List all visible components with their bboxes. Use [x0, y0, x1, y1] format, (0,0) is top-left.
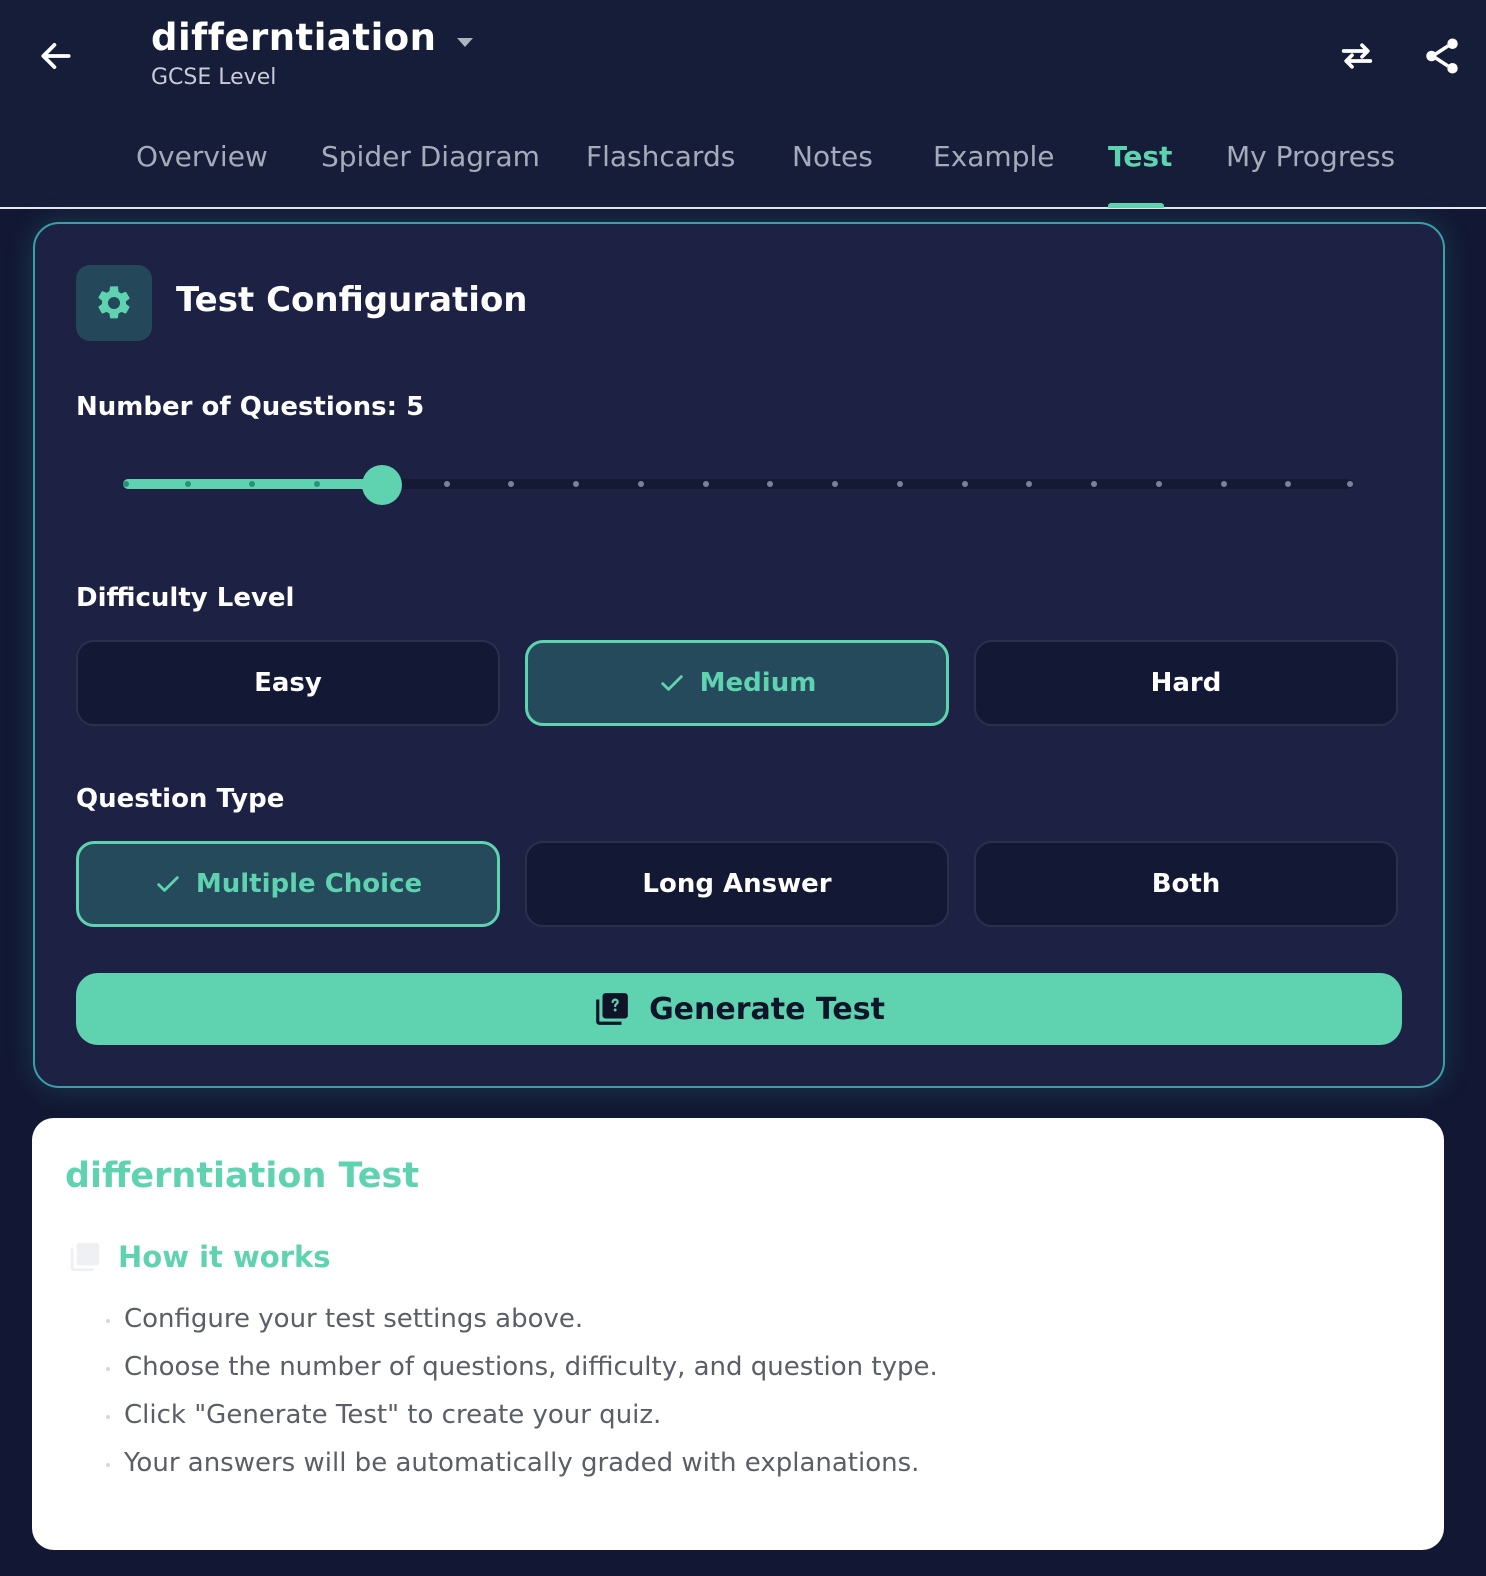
questions-slider[interactable] [123, 465, 1353, 505]
topic-title: differntiation [151, 16, 437, 59]
arrow-left-icon [41, 43, 71, 69]
quiz-icon [68, 1240, 102, 1274]
slider-tick [896, 481, 903, 487]
gear-icon-box [76, 265, 152, 341]
slider-tick [1347, 481, 1353, 487]
tab-overview[interactable]: Overview [136, 140, 268, 173]
gear-icon [98, 286, 130, 319]
active-tab-indicator [1108, 203, 1164, 208]
generate-test-button[interactable]: Generate Test [76, 973, 1402, 1045]
share-icon [1426, 38, 1458, 74]
question-type-label: Question Type [76, 784, 285, 814]
option-label: Easy [254, 668, 322, 698]
tab-my-progress[interactable]: My Progress [1226, 140, 1395, 173]
check-icon [154, 870, 182, 898]
tab-spider-diagram[interactable]: Spider Diagram [321, 140, 540, 173]
slider-thumb[interactable] [361, 465, 402, 505]
tab-bar: Overview Spider Diagram Flashcards Notes… [0, 130, 1486, 208]
topic-level: GCSE Level [151, 65, 277, 90]
questions-count-label: Number of Questions: 5 [76, 392, 425, 422]
list-item: Your answers will be automatically grade… [104, 1448, 938, 1496]
option-label: Medium [699, 668, 817, 698]
difficulty-label: Difficulty Level [76, 583, 295, 613]
info-title: differntiation Test [65, 1156, 420, 1196]
slider-tick [1091, 481, 1098, 487]
tab-notes[interactable]: Notes [792, 140, 873, 173]
tab-test[interactable]: Test [1108, 140, 1172, 173]
tab-example[interactable]: Example [933, 140, 1054, 173]
tab-flashcards[interactable]: Flashcards [586, 140, 735, 173]
list-item: Configure your test settings above. [104, 1304, 938, 1352]
type-both-button[interactable]: Both [974, 841, 1398, 927]
type-long-answer-button[interactable]: Long Answer [525, 841, 949, 927]
difficulty-hard-button[interactable]: Hard [974, 640, 1398, 726]
caret-down-icon[interactable] [456, 38, 473, 47]
share-button[interactable] [1418, 32, 1466, 80]
back-button[interactable] [34, 34, 78, 78]
slider-tick [961, 481, 968, 487]
how-it-works-title: How it works [118, 1240, 331, 1274]
list-item: Choose the number of questions, difficul… [104, 1352, 938, 1400]
slider-tick [123, 481, 129, 487]
option-label: Long Answer [642, 869, 832, 899]
option-label: Multiple Choice [195, 869, 423, 899]
slider-tick [443, 481, 450, 487]
option-label: Hard [1150, 668, 1222, 698]
slider-tick [184, 481, 191, 487]
quiz-icon [593, 990, 631, 1028]
swap-arrows-icon [1341, 43, 1373, 69]
test-configuration-card: Test Configuration Number of Questions: … [33, 222, 1445, 1088]
how-it-works-list: Configure your test settings above. Choo… [104, 1304, 938, 1496]
topic-title-group: differntiation GCSE Level [151, 16, 473, 90]
card-title: Test Configuration [176, 280, 528, 320]
app-header: differntiation GCSE Level Overview Spide… [0, 0, 1486, 209]
slider-tick [1155, 481, 1162, 487]
slider-tick [1220, 481, 1227, 487]
slider-tick [702, 481, 709, 487]
generate-test-label: Generate Test [649, 991, 885, 1027]
difficulty-easy-button[interactable]: Easy [76, 640, 500, 726]
swap-button[interactable] [1333, 32, 1381, 80]
difficulty-medium-button[interactable]: Medium [525, 640, 949, 726]
list-item: Click "Generate Test" to create your qui… [104, 1400, 938, 1448]
check-icon [658, 669, 686, 697]
test-info-card: differntiation Test How it works Configu… [32, 1118, 1444, 1550]
type-multiple-choice-button[interactable]: Multiple Choice [76, 841, 500, 927]
slider-tick [637, 481, 644, 487]
option-label: Both [1151, 869, 1221, 899]
